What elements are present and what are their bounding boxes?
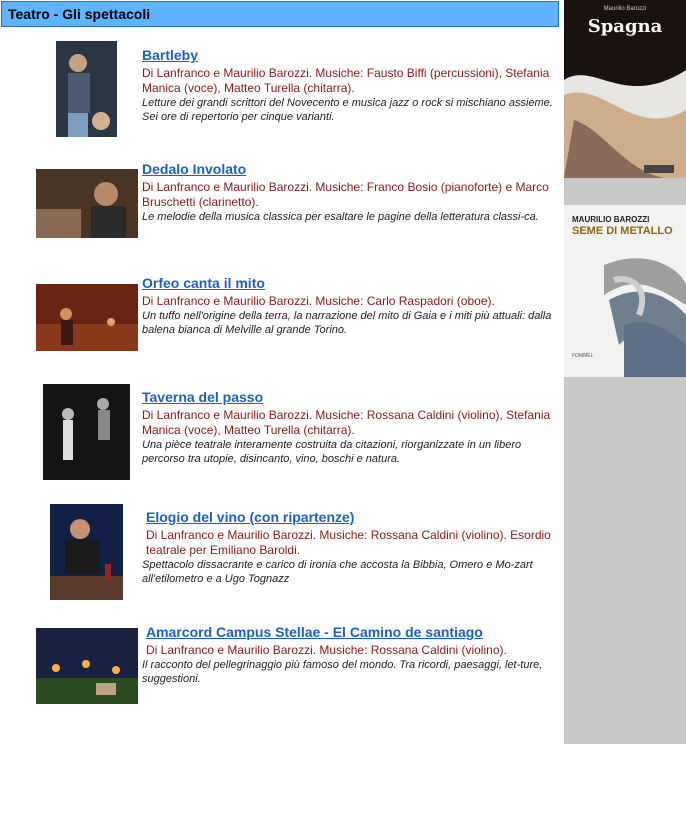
show-credits: Di Lanfranco e Maurilio Barozzi. Musiche… (142, 66, 550, 95)
show-entry: Dedalo Involato Di Lanfranco e Maurilio … (142, 161, 562, 224)
show-description: Letture dei grandi scrittori del Novecen… (142, 97, 553, 123)
show-title-link[interactable]: Amarcord Campus Stellae - El Camino de s… (146, 624, 562, 641)
show-description: Il racconto del pellegrinaggio più famos… (142, 659, 543, 685)
show-credits: Di Lanfranco e Maurilio Barozzi. Musiche… (142, 294, 495, 308)
show-credits: Di Lanfranco e Maurilio Barozzi. Musiche… (142, 408, 551, 437)
show-thumbnail-dedalo-involato[interactable] (36, 169, 138, 238)
show-title-link[interactable]: Elogio del vino (con ripartenze) (146, 509, 562, 526)
show-title-link[interactable]: Dedalo Involato (142, 161, 562, 178)
show-description: Una pièce teatrale interamente costruita… (142, 439, 522, 465)
book-cover-art (564, 70, 686, 178)
show-entry: Bartleby Di Lanfranco e Maurilio Barozzi… (142, 47, 562, 124)
show-description: Spettacolo dissacrante e carico di ironi… (142, 559, 533, 585)
show-credits: Di Lanfranco e Maurilio Barozzi. Musiche… (146, 528, 551, 557)
show-thumbnail-orfeo-canta-il-mito[interactable] (36, 284, 138, 351)
show-thumbnail-elogio-del-vino[interactable] (50, 504, 123, 600)
show-thumbnail-taverna-del-passo[interactable] (43, 384, 130, 480)
show-title-link[interactable]: Orfeo canta il mito (142, 275, 562, 292)
book-cover-seme-di-metallo[interactable]: MAURILIO BAROZZI SEME DI METALLO FOMMEL (564, 205, 686, 377)
show-credits: Di Lanfranco e Maurilio Barozzi. Musiche… (142, 180, 549, 209)
section-header: Teatro - Gli spettacoli (1, 1, 559, 27)
book-cover-title: SEME DI METALLO (572, 225, 673, 237)
show-thumbnail-amarcord-campus-stellae[interactable] (36, 628, 138, 704)
show-description: Le melodie della musica classica per esa… (142, 211, 539, 223)
show-entry: Amarcord Campus Stellae - El Camino de s… (142, 624, 562, 686)
show-title-link[interactable]: Taverna del passo (142, 389, 562, 406)
book-cover-spagna[interactable]: Maurilio Barozzi Spagna (564, 0, 686, 178)
book-cover-author: MAURILIO BAROZZI (572, 215, 650, 224)
show-thumbnail-bartleby[interactable] (56, 41, 117, 137)
show-title-link[interactable]: Bartleby (142, 47, 562, 64)
show-entry: Taverna del passo Di Lanfranco e Maurili… (142, 389, 562, 466)
show-description: Un tuffo nell'origine della terra, la na… (142, 310, 552, 336)
show-credits: Di Lanfranco e Maurilio Barozzi. Musiche… (146, 643, 507, 657)
page-title: Teatro - Gli spettacoli (8, 6, 151, 22)
show-entry: Elogio del vino (con ripartenze) Di Lanf… (142, 509, 562, 586)
show-entry: Orfeo canta il mito Di Lanfranco e Mauri… (142, 275, 562, 337)
book-cover-publisher: FOMMEL (572, 353, 594, 359)
